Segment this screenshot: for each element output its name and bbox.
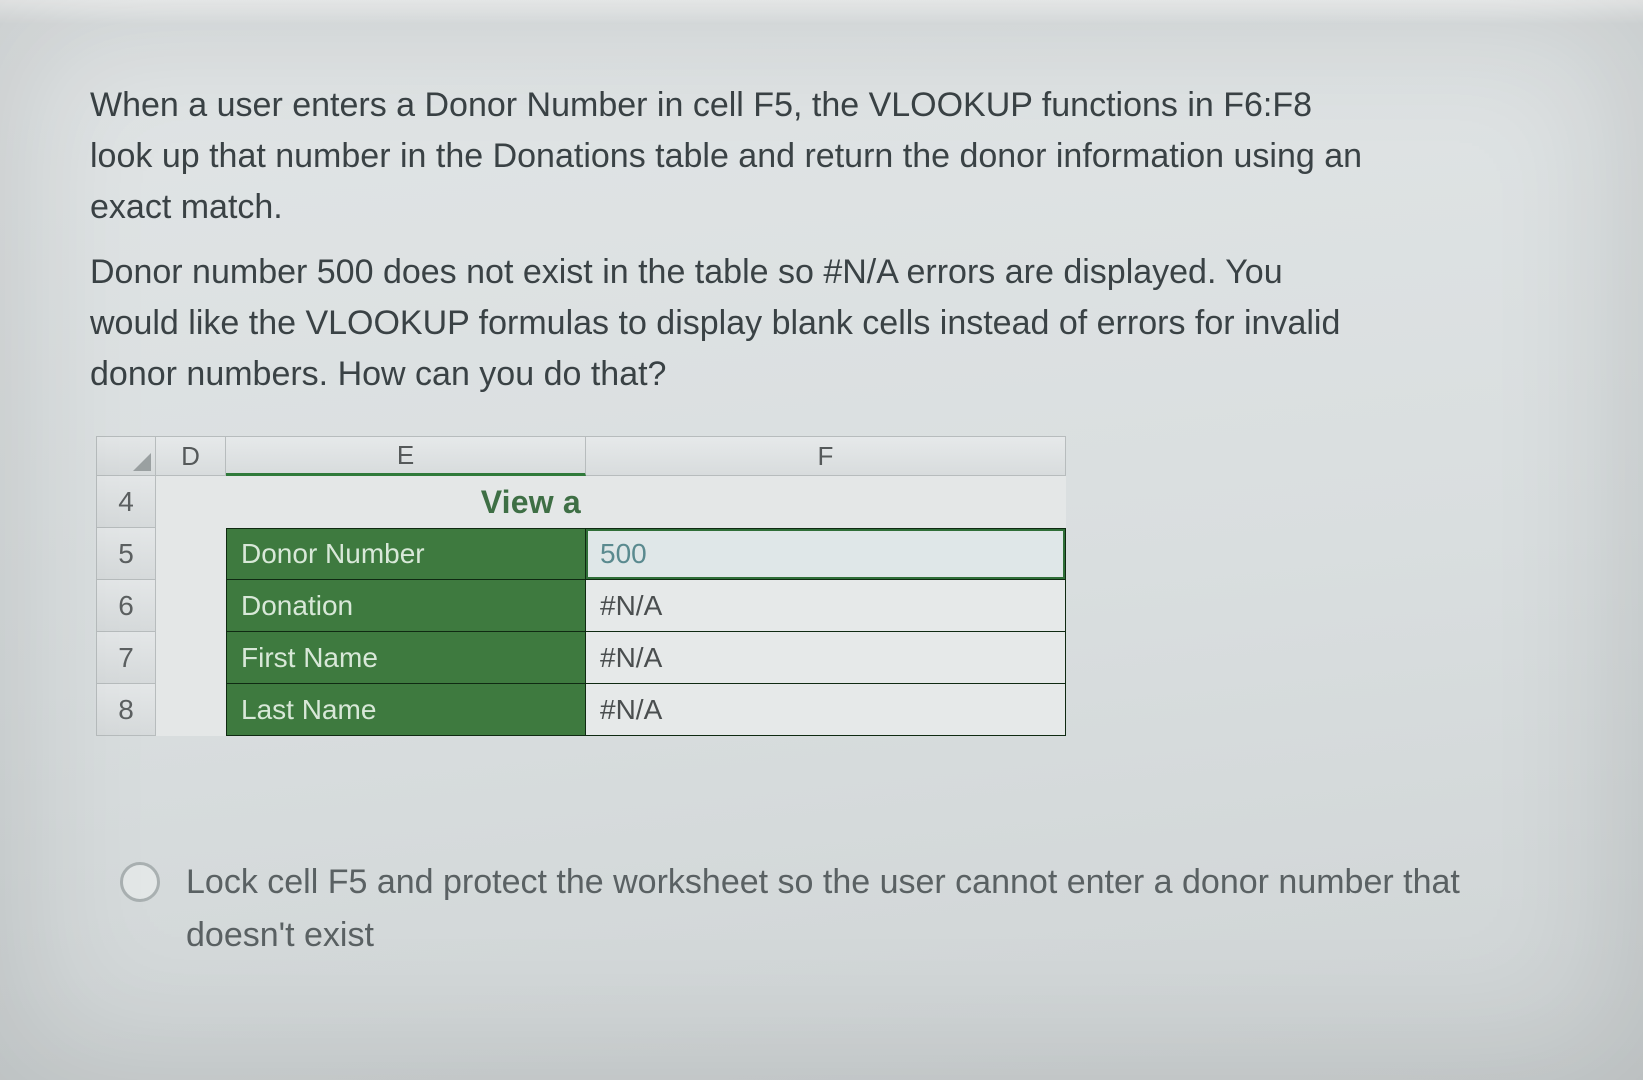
cell-e5-label[interactable]: Donor Number <box>226 528 586 580</box>
cell-d7[interactable] <box>156 632 226 684</box>
column-header-f[interactable]: F <box>586 436 1066 476</box>
question-paragraph-2: Donor number 500 does not exist in the t… <box>90 247 1370 400</box>
select-all-corner[interactable] <box>96 436 156 476</box>
cells: View a Current Donor Donor Number 500 Do… <box>156 476 1066 736</box>
cell-e8-label[interactable]: Last Name <box>226 684 586 736</box>
spreadsheet: D E F 4 5 6 7 8 View a Current Donor <box>96 436 1553 736</box>
row-header-6[interactable]: 6 <box>96 580 156 632</box>
cell-f7-value[interactable]: #N/A <box>586 632 1066 684</box>
page: When a user enters a Donor Number in cel… <box>0 0 1643 1080</box>
table-row: Last Name #N/A <box>156 684 1066 736</box>
cell-e7-label[interactable]: First Name <box>226 632 586 684</box>
cell-f5-value[interactable]: 500 <box>586 528 1066 580</box>
answer-option[interactable]: Lock cell F5 and protect the worksheet s… <box>120 856 1480 961</box>
row-header-4[interactable]: 4 <box>96 476 156 528</box>
row-header-7[interactable]: 7 <box>96 632 156 684</box>
top-highlight <box>0 0 1643 24</box>
row-header-8[interactable]: 8 <box>96 684 156 736</box>
title-row: View a Current Donor <box>156 476 1066 528</box>
cell-f6-value[interactable]: #N/A <box>586 580 1066 632</box>
cell-e4[interactable]: View a Current Donor <box>226 476 586 528</box>
radio-icon[interactable] <box>120 862 160 902</box>
row-headers: 4 5 6 7 8 <box>96 476 156 736</box>
cell-d4[interactable] <box>156 476 226 528</box>
data-table: Donor Number 500 Donation #N/A First Nam… <box>156 528 1066 736</box>
column-header-d[interactable]: D <box>156 436 226 476</box>
table-row: First Name #N/A <box>156 632 1066 684</box>
question-paragraph-1: When a user enters a Donor Number in cel… <box>90 80 1370 233</box>
cell-d8[interactable] <box>156 684 226 736</box>
cell-d5[interactable] <box>156 528 226 580</box>
column-header-e[interactable]: E <box>226 436 586 476</box>
question-text: When a user enters a Donor Number in cel… <box>90 80 1370 400</box>
column-headers: D E F <box>96 436 1553 476</box>
table-row: Donation #N/A <box>156 580 1066 632</box>
cell-e6-label[interactable]: Donation <box>226 580 586 632</box>
table-row: Donor Number 500 <box>156 528 1066 580</box>
row-header-5[interactable]: 5 <box>96 528 156 580</box>
cell-f4[interactable] <box>586 476 1066 528</box>
sheet-body: 4 5 6 7 8 View a Current Donor Do <box>96 476 1553 736</box>
cell-f8-value[interactable]: #N/A <box>586 684 1066 736</box>
cell-d6[interactable] <box>156 580 226 632</box>
answer-option-text: Lock cell F5 and protect the worksheet s… <box>186 856 1480 961</box>
